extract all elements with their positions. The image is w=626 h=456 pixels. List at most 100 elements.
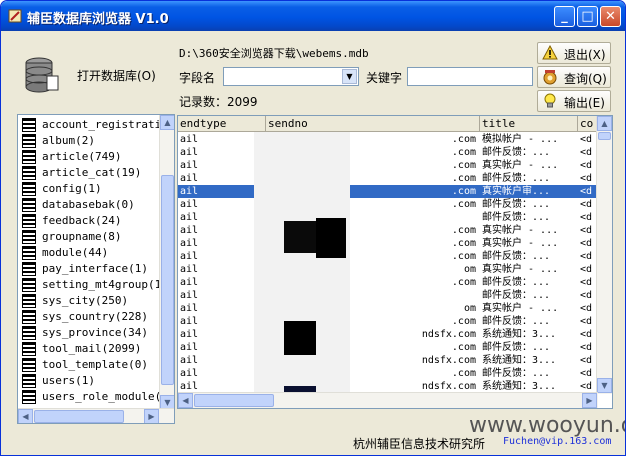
table-row[interactable]: ail .com 邮件反馈：... <d (178, 172, 598, 185)
column-header-title[interactable]: title (480, 116, 578, 132)
table-icon (22, 246, 36, 260)
table-icon (22, 150, 36, 164)
keyword-input[interactable] (407, 67, 533, 86)
table-list-item[interactable]: users_role_module(6 (18, 389, 160, 405)
table-list-hscrollbar[interactable]: ◀ ▶ (18, 408, 174, 423)
table-list-item[interactable]: module(44) (18, 245, 160, 261)
db-path: D:\360安全浏览器下载\webems.mdb (179, 47, 369, 60)
table-list-vscroll-thumb[interactable] (161, 175, 174, 385)
table-icon (22, 310, 36, 324)
exit-button[interactable]: 退出(X) (537, 42, 611, 64)
cell-endtype: ail (180, 160, 199, 171)
table-list-item-label: sys_province(34) (42, 326, 148, 339)
column-header-co[interactable]: co (578, 116, 598, 132)
table-list-item[interactable]: account_registration (18, 117, 160, 133)
table-list-item-label: module(44) (42, 246, 109, 259)
maximize-button[interactable]: □ (577, 6, 598, 27)
table-list-item[interactable]: tool_template(0) (18, 357, 160, 373)
table-row[interactable]: ail ndsfx.com 系统通知：3... <d (178, 328, 598, 341)
table-list-item[interactable]: feedback(24) (18, 213, 160, 229)
open-database-button[interactable]: 打开数据库(O) (15, 53, 167, 95)
scroll-up-icon[interactable]: ▲ (597, 116, 612, 131)
scroll-right-icon[interactable]: ▶ (582, 393, 597, 408)
cell-endtype: ail (180, 329, 199, 340)
table-list-item[interactable]: album(2) (18, 133, 160, 149)
cell-endtype: ail (180, 225, 199, 236)
table-list-item[interactable]: users(1) (18, 373, 160, 389)
keyword-label: 关键字 (366, 71, 403, 85)
table-list-item-label: account_registration (42, 118, 160, 131)
minimize-button[interactable]: _ (554, 6, 575, 27)
grid-vscrollbar[interactable]: ▲ ▼ (596, 116, 612, 394)
table-list-item[interactable]: sys_province(34) (18, 325, 160, 341)
cell-title: 邮件反馈：... (482, 173, 551, 184)
data-grid[interactable]: endtype sendno title co ail .com 模拟帐户 - ..… (177, 115, 613, 409)
table-row[interactable]: ail .com 邮件反馈：... <d (178, 341, 598, 354)
title-bar[interactable]: 辅臣数据库浏览器 V1.0 _ □ ✕ (1, 1, 625, 31)
scroll-left-icon[interactable]: ◀ (178, 393, 193, 408)
cell-endtype: ail (180, 134, 199, 145)
scroll-left-icon[interactable]: ◀ (18, 409, 33, 423)
grid-vscroll-thumb[interactable] (598, 132, 611, 140)
table-row[interactable]: ail .com 真实帐户 - ... <d (178, 237, 598, 250)
table-list-item[interactable]: config(1) (18, 181, 160, 197)
table-row[interactable]: ail 邮件反馈：... <d (178, 211, 598, 224)
table-row[interactable]: ail .com 邮件反馈：... <d (178, 146, 598, 159)
table-list-item[interactable]: sys_city(250) (18, 293, 160, 309)
export-button[interactable]: 输出(E) (537, 90, 611, 112)
cell-endtype: ail (180, 186, 199, 197)
table-list-item-label: pay_interface(1) (42, 262, 148, 275)
table-list-item-label: article(749) (42, 150, 122, 163)
warning-icon (542, 45, 558, 60)
table-row[interactable]: ail .com 真实帐户 - ... <d (178, 159, 598, 172)
table-list-item[interactable]: groupname(8) (18, 229, 160, 245)
table-list-item[interactable]: databasebak(0) (18, 197, 160, 213)
table-list-hscroll-thumb[interactable] (34, 410, 124, 423)
table-row[interactable]: ail om 真实帐户 - ... <d (178, 302, 598, 315)
query-button[interactable]: 查询(Q) (537, 66, 611, 88)
table-row[interactable]: ail om 真实帐户 - ... <d (178, 263, 598, 276)
table-row[interactable]: ail .com 邮件反馈：... <d (178, 276, 598, 289)
table-row[interactable]: ail 邮件反馈：... <d (178, 289, 598, 302)
cell-title: 系统通知：3... (482, 329, 557, 340)
table-list-item[interactable]: tool_mail(2099) (18, 341, 160, 357)
table-row[interactable]: ail .com 邮件反馈：... <d (178, 315, 598, 328)
table-row[interactable]: ail .com 真实帐户审... <d (178, 185, 598, 198)
scroll-right-icon[interactable]: ▶ (144, 409, 159, 423)
table-row[interactable]: ail .com 模拟帐户 - ... <d (178, 133, 598, 146)
scroll-down-icon[interactable]: ▼ (597, 378, 612, 393)
table-list-item[interactable]: setting_mt4group(12 (18, 277, 160, 293)
exit-label: 退出(X) (564, 48, 606, 62)
cell-title: 真实帐户 - ... (482, 238, 559, 249)
table-list[interactable]: account_registration album(2) article(749)… (17, 114, 175, 424)
table-row[interactable]: ail ndsfx.com 系统通知：3... <d (178, 354, 598, 367)
app-window: 辅臣数据库浏览器 V1.0 _ □ ✕ 打开数据库(O) D:\360安全浏览器… (0, 0, 626, 456)
chevron-down-icon[interactable]: ▼ (342, 69, 357, 84)
cell-title: 真实帐户 - ... (482, 225, 559, 236)
cell-title: 真实帐户审... (482, 186, 551, 197)
table-row[interactable]: ail .com 邮件反馈：... <d (178, 250, 598, 263)
scroll-up-icon[interactable]: ▲ (160, 115, 174, 130)
table-list-item-label: album(2) (42, 134, 95, 147)
close-button[interactable]: ✕ (600, 6, 621, 27)
watermark: www.wooyun.org (469, 413, 625, 438)
grid-hscroll-thumb[interactable] (194, 394, 274, 407)
table-row[interactable]: ail .com 真实帐户 - ... <d (178, 224, 598, 237)
table-list-item[interactable]: pay_interface(1) (18, 261, 160, 277)
table-row[interactable]: ail .com 邮件反馈：... <d (178, 367, 598, 380)
table-list-item[interactable]: article_cat(19) (18, 165, 160, 181)
cell-title: 真实帐户 - ... (482, 264, 559, 275)
cell-title: 邮件反馈：... (482, 342, 551, 353)
column-header-sendno[interactable]: sendno (266, 116, 480, 132)
table-list-item-label: tool_mail(2099) (42, 342, 142, 355)
table-row[interactable]: ail .com 邮件反馈：... <d (178, 198, 598, 211)
cell-endtype: ail (180, 238, 199, 249)
table-icon (22, 374, 36, 388)
table-list-item[interactable]: sys_country(228) (18, 309, 160, 325)
column-header-endtype[interactable]: endtype (178, 116, 266, 132)
table-list-item[interactable]: article(749) (18, 149, 160, 165)
cell-title: 真实帐户 - ... (482, 160, 559, 171)
grid-hscrollbar[interactable]: ◀ ▶ (178, 392, 598, 408)
table-list-vscrollbar[interactable]: ▲ ▼ (159, 115, 174, 410)
field-name-select[interactable]: ▼ (223, 67, 359, 86)
